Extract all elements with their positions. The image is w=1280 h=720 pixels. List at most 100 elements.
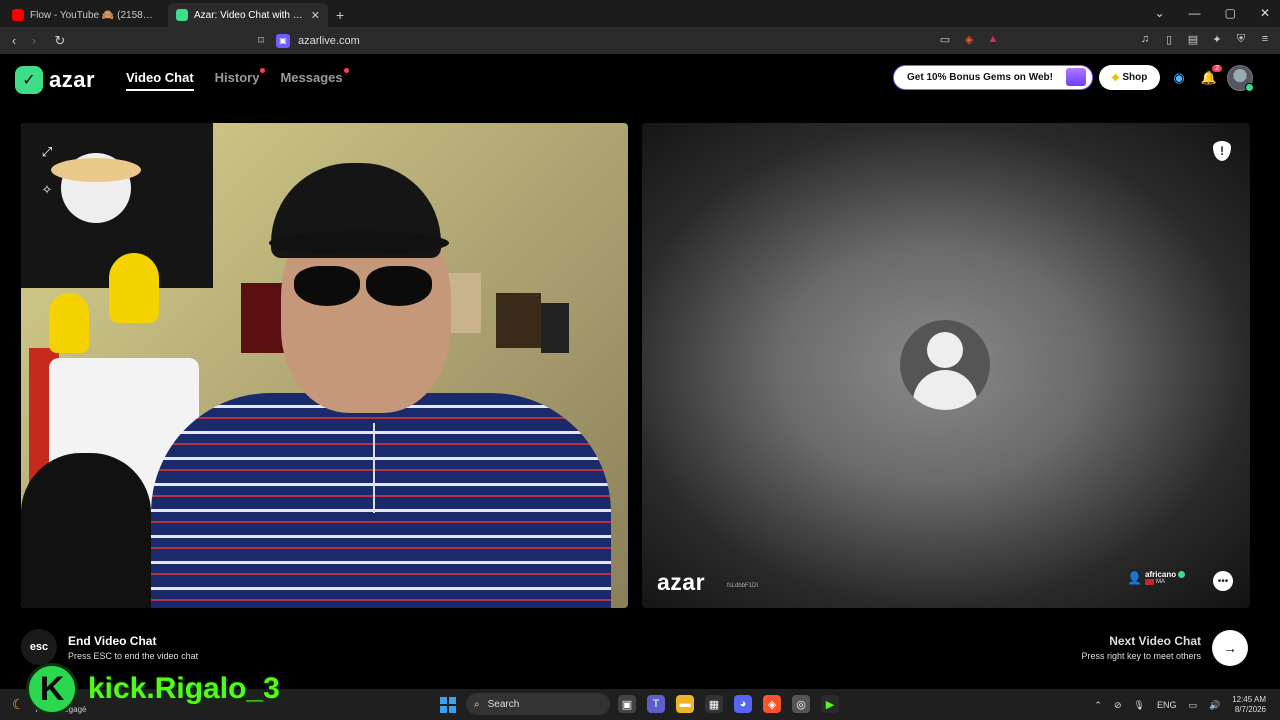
minimize-icon[interactable]: —	[1189, 6, 1201, 20]
start-button-icon[interactable]	[440, 697, 456, 713]
unread-dot	[343, 68, 349, 73]
gift-icon	[1066, 68, 1086, 86]
verified-icon	[1178, 571, 1186, 579]
expand-icon[interactable]: ⤢	[38, 143, 56, 161]
online-status-dot	[1245, 83, 1254, 92]
tab-azar[interactable]: Azar: Video Chat with New Pe ✕	[168, 3, 328, 27]
end-chat-button[interactable]: esc	[21, 629, 57, 665]
shop-button[interactable]: ◆ Shop	[1099, 65, 1160, 90]
unread-dot	[260, 68, 266, 73]
teams-icon[interactable]: T	[647, 695, 665, 713]
maximize-icon[interactable]: ▢	[1225, 6, 1236, 20]
new-tab-button[interactable]: +	[328, 7, 352, 27]
tray-overflow-icon[interactable]: ⌃	[1094, 700, 1102, 711]
minion-figure	[49, 293, 89, 353]
brave-shields-icon[interactable]: ◈	[962, 32, 976, 46]
chrome-icon[interactable]: ◎	[792, 695, 810, 713]
address-bar[interactable]: ⌑ ▣ azarlive.com ▭ ◈ ▲	[254, 30, 1000, 51]
address-bar-actions: ▭ ◈ ▲	[938, 32, 1000, 46]
remote-video: ! azar fsLdbbF1DI 👤 africano MA •••	[642, 123, 1250, 608]
nav-video-chat[interactable]: Video Chat	[126, 70, 194, 91]
close-window-icon[interactable]: ✕	[1260, 6, 1270, 20]
bookmark-icon[interactable]: ⌑	[254, 34, 268, 48]
clock-time: 12:45 AM	[1232, 695, 1266, 704]
cap-brim	[269, 231, 449, 255]
cast-icon[interactable]: ▭	[938, 32, 952, 46]
discord-icon[interactable]: ◕	[734, 695, 752, 713]
sunglasses	[286, 266, 441, 308]
forward-icon[interactable]: ›	[24, 33, 44, 48]
report-icon[interactable]: !	[1213, 141, 1231, 161]
tab-search-icon[interactable]: ⌄	[1155, 6, 1165, 20]
mic-icon[interactable]: 🎙	[1134, 700, 1145, 711]
back-icon[interactable]: ‹	[4, 33, 24, 48]
azar-app: ✓ azar Video Chat History Messages Get 1…	[0, 54, 1280, 689]
local-video: ⤢ ✧	[21, 123, 628, 608]
clock-date: 8/7/2026	[1234, 705, 1266, 714]
end-chat-title: End Video Chat	[68, 634, 157, 648]
system-tray: ⌃ ⊘ 🎙 ENG ▭ 🔊 12:45 AM 8/7/2026	[1094, 695, 1266, 715]
reload-icon[interactable]: ↻	[50, 33, 70, 49]
nav-messages[interactable]: Messages	[280, 68, 349, 91]
poster	[241, 283, 286, 353]
partner-name-row: africano	[1145, 570, 1186, 579]
streamer-name: kick.Rigalo_3	[88, 672, 280, 705]
store-icon[interactable]: ▦	[705, 695, 723, 713]
browser-toolbar: ‹ › ↻ ⌑ ▣ azarlive.com ▭ ◈ ▲ ♫ ▯ ▤ ✦ ⛨ ≡	[0, 27, 1280, 54]
azar-watermark: azar	[657, 569, 706, 595]
browser-tabbar: Flow - YouTube 🙈 اش واقع ل (2158) Azar: …	[0, 0, 1280, 27]
sidebar-icon[interactable]: ▯	[1162, 32, 1176, 46]
network-icon[interactable]: ⊘	[1114, 700, 1122, 711]
partner-info[interactable]: 👤 africano MA	[1127, 570, 1186, 585]
media-icon[interactable]: ♫	[1138, 32, 1152, 46]
url-text[interactable]: azarlive.com	[298, 35, 360, 47]
vpn-icon[interactable]: ⛨	[1234, 32, 1248, 46]
chat-bubble-icon[interactable]: •••	[1213, 571, 1233, 591]
bonus-gems-button[interactable]: Get 10% Bonus Gems on Web!	[893, 65, 1093, 90]
youtube-icon	[12, 9, 24, 21]
avatar-body	[913, 370, 977, 410]
file-explorer-icon[interactable]: ▬	[676, 695, 694, 713]
wallet-icon[interactable]: ▤	[1186, 32, 1200, 46]
poster	[541, 303, 569, 353]
weather-moon-icon[interactable]: ☾	[12, 696, 25, 713]
volume-icon[interactable]: 🔊	[1209, 700, 1220, 711]
tab-youtube[interactable]: Flow - YouTube 🙈 اش واقع ل (2158)	[4, 3, 164, 27]
notification-bell-icon[interactable]: 🔔 2	[1200, 65, 1222, 87]
tab-title: Azar: Video Chat with New Pe	[194, 9, 305, 21]
end-chat-hint: Press ESC to end the video chat	[68, 651, 199, 661]
task-view-icon[interactable]: ▣	[618, 695, 636, 713]
taskbar-search[interactable]: ⌕ Search	[466, 693, 610, 715]
nav-history-label: History	[214, 70, 260, 85]
user-icon: 👤	[1127, 570, 1142, 585]
leo-ai-icon[interactable]: ✦	[1210, 32, 1224, 46]
profile-avatar[interactable]	[1227, 65, 1254, 92]
main-nav: Video Chat History Messages	[126, 68, 349, 91]
promo-label: Get 10% Bonus Gems on Web!	[907, 72, 1053, 83]
gems-balance-icon[interactable]: ◉	[1170, 69, 1188, 87]
minion-figure	[109, 253, 159, 323]
nav-history[interactable]: History	[214, 68, 266, 91]
kick-logo-icon: K	[26, 663, 78, 715]
morocco-flag-icon	[1145, 579, 1154, 585]
menu-icon[interactable]: ≡	[1258, 32, 1272, 46]
language-indicator[interactable]: ENG	[1157, 700, 1177, 710]
next-chat-button[interactable]: →	[1212, 630, 1248, 666]
brave-rewards-icon[interactable]: ▲	[986, 32, 1000, 46]
site-info-icon[interactable]: ▣	[276, 33, 290, 48]
necklace	[373, 423, 375, 513]
next-chat-hint: Press right key to meet others	[1081, 651, 1201, 661]
effects-wand-icon[interactable]: ✧	[38, 181, 56, 199]
avatar-head	[927, 332, 963, 368]
clock[interactable]: 12:45 AM 8/7/2026	[1232, 695, 1266, 715]
azar-logo[interactable]: ✓ azar	[15, 66, 95, 94]
lens	[366, 266, 432, 306]
close-tab-icon[interactable]: ✕	[311, 9, 320, 22]
brave-icon[interactable]: ◈	[763, 695, 781, 713]
partner-name: africano	[1145, 570, 1177, 579]
display-icon[interactable]: ▭	[1188, 700, 1197, 711]
kick-app-icon[interactable]: ▶	[821, 695, 839, 713]
gem-icon: ◆	[1111, 72, 1120, 83]
search-label: Search	[487, 698, 520, 710]
nav-messages-label: Messages	[280, 70, 343, 85]
